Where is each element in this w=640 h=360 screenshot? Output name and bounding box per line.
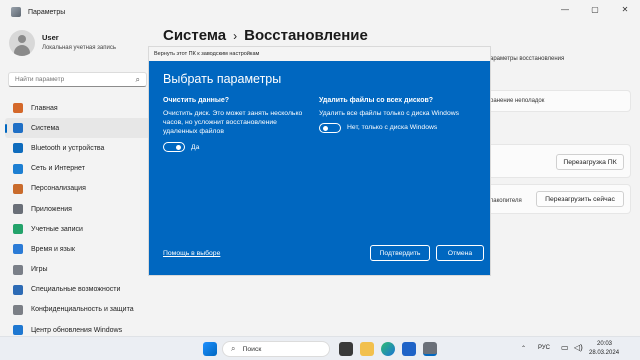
sidebar-item-label: Учетные записи <box>31 225 83 233</box>
user-block[interactable]: User Локальная учетная запись <box>9 30 116 56</box>
dialog-heading: Выбрать параметры <box>163 72 282 86</box>
update-icon <box>13 325 23 336</box>
chevron-right-icon: › <box>233 29 238 43</box>
delete-drives-description: Удалить все файлы только с диска Windows <box>319 110 460 117</box>
sidebar-item-home[interactable]: Главная <box>5 98 150 118</box>
gamepad-icon <box>13 264 23 275</box>
breadcrumb-section[interactable]: Система <box>163 27 226 44</box>
sidebar-item-label: Персонализация <box>31 185 86 193</box>
clean-data-toggle[interactable] <box>163 142 185 152</box>
help-link[interactable]: Помощь в выборе <box>163 250 220 257</box>
start-button[interactable] <box>203 342 217 356</box>
tray-chevron-icon[interactable]: ⌃ <box>521 345 526 352</box>
dialog-title: Вернуть этот ПК к заводским настройкам <box>149 47 490 61</box>
shield-icon <box>13 304 23 315</box>
accessibility-icon <box>13 284 23 295</box>
sidebar-item-privacy[interactable]: Конфиденциальность и защита <box>5 300 150 320</box>
troubleshoot-card[interactable]: ранение неполадок <box>487 90 631 112</box>
search-input[interactable] <box>15 76 125 83</box>
home-icon <box>13 103 23 114</box>
sidebar-item-label: Игры <box>31 266 48 274</box>
sidebar-item-label: Центр обновления Windows <box>31 326 123 334</box>
clean-data-toggle-label: Да <box>191 144 200 151</box>
user-account-type: Локальная учетная запись <box>42 45 116 51</box>
clean-data-desc-line: удаленных файлов <box>163 128 224 135</box>
store-icon[interactable] <box>402 342 416 356</box>
close-button[interactable]: ✕ <box>610 0 640 18</box>
clock-date[interactable]: 28.03.2024 <box>589 350 619 356</box>
reset-pc-button[interactable]: Перезагрузка ПК <box>556 154 624 170</box>
search-icon: ⌕ <box>231 344 236 353</box>
advanced-startup-card: пакопителя Перезагрузить сейчас <box>487 184 631 214</box>
apps-icon <box>13 204 23 215</box>
taskbar-search[interactable]: ⌕ Поиск <box>222 341 330 357</box>
restart-now-button[interactable]: Перезагрузить сейчас <box>536 191 624 207</box>
delete-drives-title: Удалить файлы со всех дисков? <box>319 97 434 104</box>
sidebar-nav: Главная Система Bluetooth и устройства С… <box>5 98 150 340</box>
troubleshoot-label: ранение неполадок <box>490 98 545 104</box>
page-title: Восстановление <box>244 27 368 44</box>
sidebar-item-bluetooth[interactable]: Bluetooth и устройства <box>5 138 150 158</box>
sidebar-item-label: Время и язык <box>31 245 75 253</box>
delete-drives-toggle-label: Нет, только с диска Windows <box>347 124 438 131</box>
task-view-icon[interactable] <box>339 342 353 356</box>
globe-clock-icon <box>13 244 23 255</box>
volume-icon[interactable]: ◁) <box>574 343 583 352</box>
breadcrumb: Система › Восстановление <box>163 27 368 44</box>
settings-app-icon <box>11 7 21 17</box>
clock-time[interactable]: 20:03 <box>597 341 612 347</box>
sidebar-item-label: Конфиденциальность и защита <box>31 306 134 314</box>
search-icon: ⌕ <box>135 74 140 84</box>
title-bar: Параметры — ▢ ✕ <box>0 0 640 24</box>
settings-search-box[interactable]: ⌕ <box>8 72 147 87</box>
toggle-knob <box>176 144 181 150</box>
user-name: User <box>42 33 59 42</box>
bluetooth-icon <box>13 143 23 154</box>
sidebar-item-personalization[interactable]: Персонализация <box>5 179 150 199</box>
toggle-knob <box>323 125 328 131</box>
sidebar-item-accessibility[interactable]: Специальные возможности <box>5 280 150 300</box>
clean-data-description: Очистить диск. Это может занять нескольк… <box>163 109 302 136</box>
advanced-startup-label: пакопителя <box>490 198 522 204</box>
sidebar-item-label: Специальные возможности <box>31 286 121 294</box>
sidebar-item-time-language[interactable]: Время и язык <box>5 239 150 259</box>
sidebar-item-label: Сеть и Интернет <box>31 165 85 173</box>
confirm-button[interactable]: Подтвердить <box>370 245 430 261</box>
clean-data-title: Очистить данные? <box>163 97 230 104</box>
clean-data-desc-line: Очистить диск. Это может занять нескольк… <box>163 110 303 117</box>
wifi-icon <box>13 163 23 174</box>
sidebar-item-label: Bluetooth и устройства <box>31 144 105 152</box>
keyboard-language[interactable]: РУС <box>538 345 550 351</box>
sidebar-item-label: Главная <box>31 104 58 112</box>
edge-icon[interactable] <box>381 342 395 356</box>
recovery-options-heading: араметры восстановления <box>490 56 565 62</box>
reset-pc-card: Перезагрузка ПК <box>487 144 631 178</box>
sidebar-item-system[interactable]: Система <box>5 118 150 139</box>
file-explorer-icon[interactable] <box>360 342 374 356</box>
network-icon[interactable]: ▭ <box>561 343 569 352</box>
cancel-button[interactable]: Отмена <box>436 245 484 261</box>
avatar <box>9 30 35 56</box>
sidebar-item-label: Приложения <box>31 205 72 213</box>
clean-data-desc-line: часов, но усложнит восстановление <box>163 119 277 126</box>
sidebar-item-network[interactable]: Сеть и Интернет <box>5 159 150 179</box>
sidebar-item-apps[interactable]: Приложения <box>5 199 150 219</box>
taskbar-search-label: Поиск <box>242 345 262 353</box>
settings-taskbar-icon[interactable] <box>423 342 437 356</box>
sidebar-item-gaming[interactable]: Игры <box>5 260 150 280</box>
monitor-icon <box>13 123 23 134</box>
minimize-button[interactable]: — <box>550 0 580 18</box>
brush-icon <box>13 183 23 194</box>
maximize-button[interactable]: ▢ <box>580 0 610 18</box>
sidebar-item-label: Система <box>31 124 60 132</box>
sidebar-item-accounts[interactable]: Учетные записи <box>5 219 150 239</box>
taskbar: ⌕ Поиск ⌃ РУС ▭ ◁) 20:03 28.03.2024 <box>0 336 640 360</box>
reset-pc-dialog: Вернуть этот ПК к заводским настройкам В… <box>149 47 490 275</box>
window-title: Параметры <box>28 8 66 16</box>
delete-drives-toggle[interactable] <box>319 123 341 133</box>
account-icon <box>13 224 23 235</box>
